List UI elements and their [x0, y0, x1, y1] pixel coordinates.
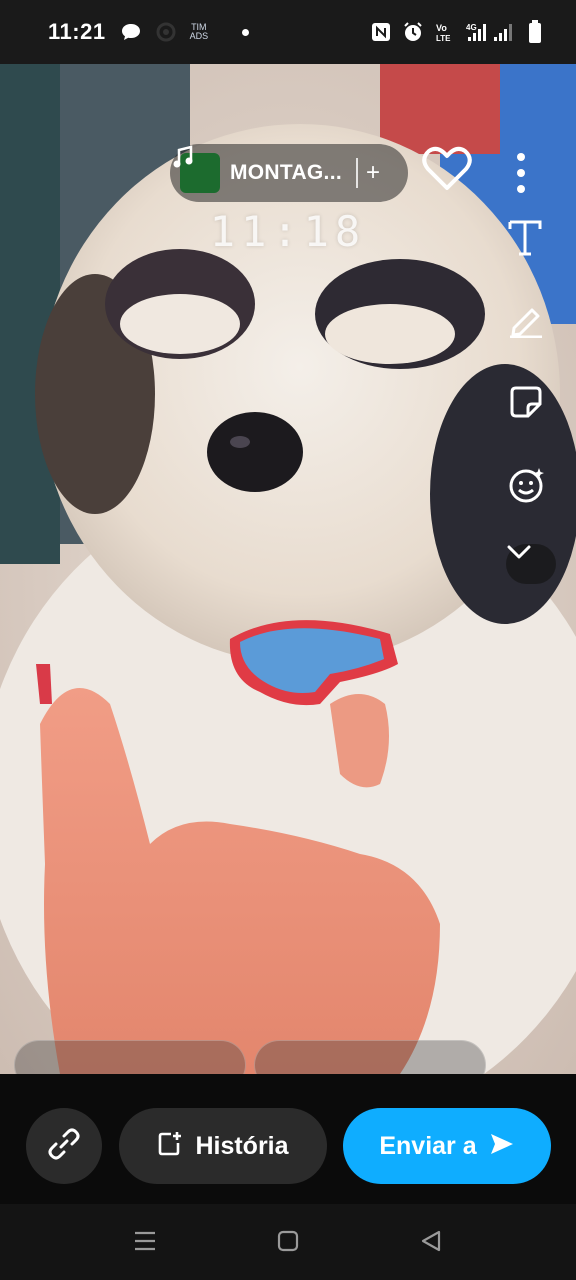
notification-dot — [242, 28, 250, 36]
link-icon — [47, 1127, 81, 1166]
send-to-button[interactable]: Enviar a — [343, 1108, 551, 1184]
story-button[interactable]: História — [119, 1108, 327, 1184]
system-nav-bar — [0, 1204, 576, 1280]
story-label: História — [195, 1131, 289, 1160]
music-add-button[interactable]: + — [366, 161, 380, 185]
chevron-down-icon[interactable] — [506, 544, 556, 584]
emoji-icon[interactable] — [508, 466, 552, 510]
battery-icon — [528, 20, 542, 44]
home-icon[interactable] — [275, 1228, 301, 1254]
music-divider — [355, 158, 358, 188]
nfc-icon — [370, 21, 392, 43]
svg-text:4G: 4G — [466, 23, 477, 32]
music-chip[interactable]: MONTAG... + — [170, 144, 408, 202]
send-arrow-icon — [489, 1132, 515, 1161]
signal-icon: 4G — [466, 21, 518, 43]
heart-icon[interactable] — [422, 146, 478, 202]
menu-icon[interactable] — [132, 1228, 158, 1254]
music-note-icon — [173, 145, 220, 193]
sticker-icon[interactable] — [508, 384, 552, 428]
time-sticker[interactable]: 11:18 — [0, 207, 576, 256]
back-icon[interactable] — [418, 1228, 444, 1254]
action-bar: História Enviar a — [0, 1074, 576, 1204]
svg-text:Vo: Vo — [436, 23, 447, 33]
send-label: Enviar a — [379, 1131, 477, 1160]
add-story-icon — [157, 1131, 183, 1162]
svg-text:LTE: LTE — [436, 34, 451, 43]
status-bar: 11:21 TIM ADS Vo LTE 4G — [0, 0, 576, 64]
pencil-icon[interactable] — [508, 302, 552, 346]
status-time: 11:21 — [48, 19, 106, 44]
app-icon — [156, 22, 176, 42]
chat-bubble-icon — [120, 22, 142, 42]
volte-icon: Vo LTE — [434, 21, 456, 43]
link-button[interactable] — [26, 1108, 102, 1184]
snap-photo[interactable]: MONTAG... + 11:18 — [0, 64, 576, 1074]
alarm-icon — [402, 21, 424, 43]
text-icon[interactable] — [508, 220, 552, 264]
more-icon[interactable] — [516, 152, 546, 198]
carrier-label: TIM ADS — [189, 22, 209, 41]
music-title: MONTAG... — [230, 161, 342, 184]
